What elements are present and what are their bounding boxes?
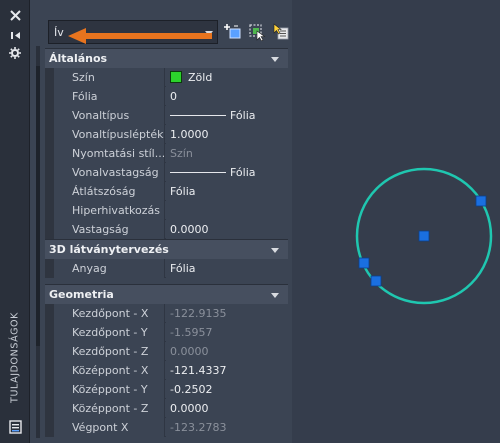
property-grid: Általános Szín Zöld Fólia 0 Vonaltípus Fóli… [45,48,288,437]
property-value[interactable]: 1.0000 [166,125,288,144]
chevron-down-icon[interactable] [271,248,279,253]
property-label: Fólia [54,87,165,106]
property-label: Vastagság [54,220,165,239]
property-row-thickness[interactable]: Vastagság 0.0000 [45,220,288,239]
midpoint-grip[interactable] [370,275,382,287]
pickadd-toggle-icon[interactable] [272,23,290,41]
property-row-linetype[interactable]: Vonaltípus Fólia [45,106,288,125]
chevron-down-icon[interactable] [271,57,279,62]
property-label: Anyag [54,259,165,278]
property-value[interactable]: Zöld [166,68,288,87]
property-value: -123.2783 [166,418,288,437]
property-row-start-z[interactable]: Kezdőpont - Z 0.0000 [45,342,288,361]
section-title: Általános [49,52,108,65]
property-label: Kezdőpont - Z [54,342,165,361]
property-row-end-x[interactable]: Végpont X -123.2783 [45,418,288,437]
color-swatch [170,71,182,83]
center-grip[interactable] [418,230,430,242]
properties-palette: Ív Általános Szín Zöld Fólia 0 Vonaltípus F… [30,0,292,443]
palette-title-text: TULAJDONSÁGOK [9,312,21,403]
property-row-material[interactable]: Anyag Fólia [45,259,288,278]
property-value[interactable]: 0.0000 [166,220,288,239]
property-value: -1.5957 [166,323,288,342]
property-row-lineweight[interactable]: Vonalvastagság Fólia [45,163,288,182]
annotation-arrow-icon [68,28,212,44]
property-value[interactable]: -121.4337 [166,361,288,380]
property-label: Átlátszóság [54,182,165,201]
property-value[interactable] [166,201,288,220]
property-value[interactable]: Fólia [166,182,288,201]
section-general-header[interactable]: Általános [45,48,288,68]
property-value[interactable]: Fólia [166,163,288,182]
property-label: Kezdőpont - X [54,304,165,323]
selected-arc-graphic[interactable] [292,0,500,443]
property-label: Középpont - Y [54,380,165,399]
autohide-icon[interactable] [8,28,22,42]
section-3d-visualization-header[interactable]: 3D látványtervezés [45,239,288,259]
chevron-down-icon[interactable] [271,293,279,298]
property-row-transparency[interactable]: Átlátszóság Fólia [45,182,288,201]
properties-icon[interactable] [8,420,22,434]
property-row-start-x[interactable]: Kezdőpont - X -122.9135 [45,304,288,323]
lineweight-name: Fólia [230,166,256,179]
object-type-value: Ív [54,26,64,39]
scrollbar-thumb[interactable] [36,66,40,346]
settings-icon[interactable] [8,46,22,60]
property-label: Hiperhivatkozás [54,201,165,220]
property-label: Vonaltípuslépték [54,125,165,144]
close-icon[interactable] [8,8,22,22]
property-value[interactable]: -0.2502 [166,380,288,399]
palette-title: TULAJDONSÁGOK [3,300,27,418]
property-value[interactable]: 0.0000 [166,399,288,418]
property-label: Végpont X [54,418,165,437]
linetype-name: Fólia [230,109,256,122]
property-value[interactable]: Fólia [166,106,288,125]
property-label: Középpont - X [54,361,165,380]
palette-title-strip: TULAJDONSÁGOK [0,0,30,443]
property-value[interactable]: Fólia [166,259,288,278]
section-title: 3D látványtervezés [49,243,169,256]
drawing-canvas[interactable] [292,0,500,443]
property-row-linetype-scale[interactable]: Vonaltípuslépték 1.0000 [45,125,288,144]
property-label: Nyomtatási stíl... [54,144,165,163]
property-row-start-y[interactable]: Kezdőpont - Y -1.5957 [45,323,288,342]
property-label: Vonaltípus [54,106,165,125]
property-row-center-y[interactable]: Középpont - Y -0.2502 [45,380,288,399]
property-row-center-x[interactable]: Középpont - X -121.4337 [45,361,288,380]
property-row-layer[interactable]: Fólia 0 [45,87,288,106]
color-name: Zöld [188,71,213,84]
property-row-center-z[interactable]: Középpont - Z 0.0000 [45,399,288,418]
select-objects-icon[interactable] [248,23,266,41]
quick-select-icon[interactable] [224,23,242,41]
property-value: -122.9135 [166,304,288,323]
property-label: Vonalvastagság [54,163,165,182]
property-row-hyperlink[interactable]: Hiperhivatkozás [45,201,288,220]
property-value: Szín [166,144,288,163]
property-label: Középpont - Z [54,399,165,418]
line-preview [170,115,226,116]
section-geometry-header[interactable]: Geometria [45,284,288,304]
property-value[interactable]: 0 [166,87,288,106]
property-value: 0.0000 [166,342,288,361]
property-row-color[interactable]: Szín Zöld [45,68,288,87]
scrollbar[interactable] [36,46,40,438]
property-label: Kezdőpont - Y [54,323,165,342]
section-title: Geometria [49,288,114,301]
line-preview [170,172,226,173]
end-grip[interactable] [475,195,487,207]
property-row-plot-style[interactable]: Nyomtatási stíl... Szín [45,144,288,163]
property-label: Szín [54,68,165,87]
start-grip[interactable] [358,257,370,269]
